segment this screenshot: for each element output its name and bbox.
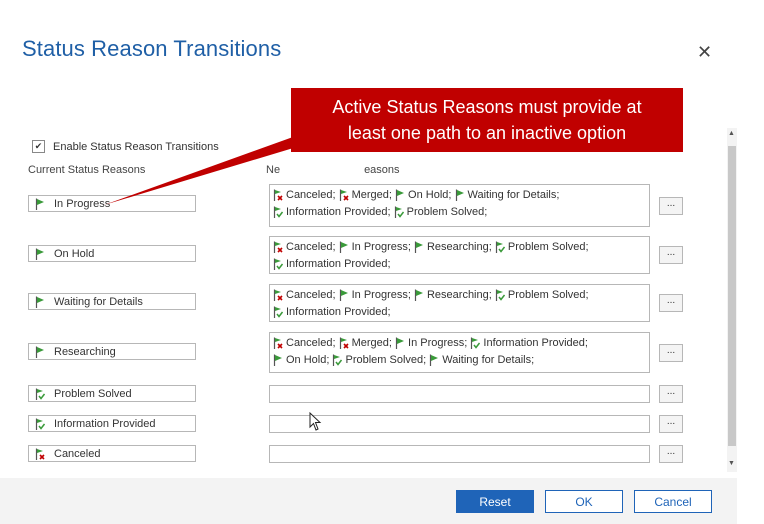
callout-line-2: least one path to an inactive option	[347, 123, 627, 143]
callout-box: Active Status Reasons must provide at le…	[291, 88, 683, 152]
mouse-cursor-icon	[309, 412, 322, 431]
callout-pointer	[104, 128, 318, 205]
callout-line-1: Active Status Reasons must provide at	[332, 97, 642, 117]
